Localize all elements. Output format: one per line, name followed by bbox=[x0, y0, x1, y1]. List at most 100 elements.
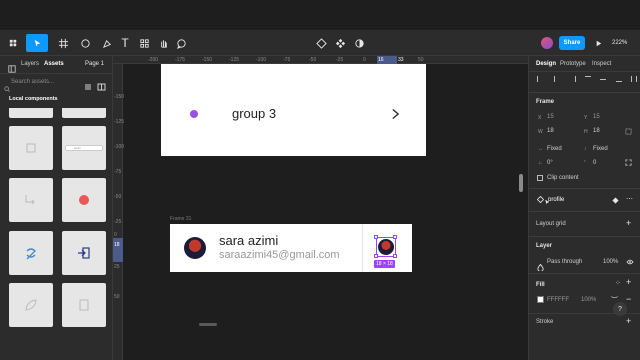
vertical-divider bbox=[362, 224, 363, 272]
resize-handle[interactable] bbox=[393, 235, 397, 239]
tab-inspect[interactable]: Inspect bbox=[592, 61, 611, 67]
collapse-sidebar-icon[interactable] bbox=[8, 60, 18, 73]
align-center-v-icon[interactable] bbox=[600, 79, 607, 85]
align-center-h-icon[interactable] bbox=[554, 76, 560, 82]
h-field[interactable]: 18 bbox=[593, 128, 600, 134]
component-thumb[interactable] bbox=[62, 283, 106, 327]
alignment-row bbox=[537, 76, 637, 84]
component-thumb[interactable] bbox=[9, 108, 53, 118]
list-view-icon[interactable] bbox=[84, 78, 92, 90]
distribute-icon[interactable] bbox=[630, 76, 637, 82]
move-tool-button[interactable] bbox=[26, 34, 48, 52]
component-thumb[interactable] bbox=[62, 231, 106, 275]
mouse-cursor-icon bbox=[544, 198, 551, 207]
tab-prototype[interactable]: Prototype bbox=[560, 61, 586, 67]
pen-tool-button[interactable] bbox=[98, 34, 116, 52]
resize-handle[interactable] bbox=[393, 254, 397, 258]
resize-handle[interactable] bbox=[374, 254, 378, 258]
profile-name: sara azimi bbox=[219, 233, 279, 248]
group-3-frame[interactable]: group 3 bbox=[161, 64, 426, 156]
canvas[interactable]: -200 -175 -150 -125 -100 -75 -50 -25 0 1… bbox=[113, 56, 528, 360]
layer-section-title: Layer bbox=[536, 243, 553, 249]
rotation-field[interactable]: 0° bbox=[547, 160, 553, 166]
radius-field[interactable]: 0 bbox=[593, 160, 596, 166]
ruler-tick: 16 bbox=[378, 57, 384, 63]
text-tool-button[interactable]: T bbox=[118, 34, 132, 52]
w-field[interactable]: 18 bbox=[547, 128, 554, 134]
eye-icon[interactable] bbox=[626, 259, 634, 265]
component-edit-button[interactable] bbox=[314, 34, 328, 52]
layer-opacity-field[interactable]: 100% bbox=[603, 259, 618, 265]
y-field[interactable]: 15 bbox=[593, 114, 600, 120]
panel-divider bbox=[0, 73, 112, 74]
left-panel: Layers Assets Page 1 Search assets... Lo… bbox=[0, 56, 113, 360]
shape-tool-button[interactable] bbox=[76, 34, 94, 52]
help-button[interactable]: ? bbox=[613, 302, 627, 316]
right-panel: Design Prototype Inspect Frame X 15 Y 15… bbox=[528, 56, 640, 360]
page-selector[interactable]: Page 1 bbox=[85, 61, 104, 67]
component-thumb[interactable] bbox=[62, 178, 106, 222]
constrain-proportions-icon[interactable] bbox=[625, 128, 632, 135]
frame-label[interactable]: Frame 31 bbox=[170, 216, 191, 222]
fill-styles-icon[interactable]: ⁘ bbox=[615, 279, 621, 287]
add-stroke-icon[interactable]: + bbox=[626, 316, 631, 326]
frame-section-title[interactable]: Frame bbox=[536, 99, 554, 105]
more-options-icon[interactable]: ⋯ bbox=[626, 195, 633, 203]
component-thumb[interactable] bbox=[62, 108, 106, 118]
share-button[interactable]: Share bbox=[559, 36, 585, 50]
main-menu-button[interactable] bbox=[4, 34, 22, 52]
hand-tool-button[interactable] bbox=[156, 34, 170, 52]
fixed-width-select[interactable]: Fixed bbox=[547, 146, 562, 152]
component-thumb[interactable] bbox=[9, 178, 53, 222]
panel-divider bbox=[529, 236, 640, 237]
contrast-button[interactable] bbox=[352, 34, 366, 52]
component-thumb[interactable] bbox=[9, 126, 53, 170]
clip-content-checkbox[interactable] bbox=[537, 175, 543, 181]
tab-assets[interactable]: Assets bbox=[44, 61, 64, 67]
align-right-icon[interactable] bbox=[570, 76, 576, 82]
component-thumb[interactable]: Hello bbox=[62, 126, 106, 170]
component-variant-button[interactable] bbox=[333, 34, 347, 52]
independent-corners-icon[interactable] bbox=[625, 159, 632, 166]
present-button[interactable] bbox=[592, 34, 604, 52]
resources-button[interactable] bbox=[137, 34, 151, 52]
frame-tool-button[interactable] bbox=[54, 34, 72, 52]
horizontal-scrollbar[interactable] bbox=[199, 323, 217, 326]
group-title: group 3 bbox=[232, 106, 277, 121]
tab-layers[interactable]: Layers bbox=[21, 61, 39, 67]
zoom-level[interactable]: 222% bbox=[612, 40, 627, 46]
fill-opacity-field[interactable]: 100% bbox=[581, 297, 596, 303]
align-bottom-icon[interactable] bbox=[615, 76, 622, 82]
blend-mode-select[interactable]: Pass through bbox=[547, 259, 582, 265]
resize-handle[interactable] bbox=[374, 235, 378, 239]
add-fill-icon[interactable]: + bbox=[626, 277, 631, 287]
align-top-icon[interactable] bbox=[584, 76, 591, 82]
align-left-icon[interactable] bbox=[537, 76, 543, 82]
selection-box[interactable] bbox=[374, 235, 397, 258]
add-layout-grid-icon[interactable]: + bbox=[626, 218, 631, 228]
fill-color-swatch[interactable] bbox=[537, 296, 544, 303]
library-book-icon[interactable] bbox=[97, 78, 106, 91]
profile-card-frame[interactable]: sara azimi saraazimi45@gmail.com 18 × 18 bbox=[170, 224, 412, 272]
ruler-tick: -100 bbox=[256, 57, 267, 63]
blend-mode-droplet-icon bbox=[537, 258, 544, 272]
tab-design[interactable]: Design bbox=[536, 61, 556, 67]
search-assets-input[interactable]: Search assets... bbox=[11, 79, 54, 85]
selection-size-badge: 18 × 18 bbox=[374, 260, 395, 268]
user-avatar[interactable] bbox=[541, 37, 553, 49]
comment-tool-button[interactable] bbox=[174, 34, 188, 52]
vertical-scrollbar[interactable] bbox=[519, 174, 523, 192]
fixed-height-select[interactable]: Fixed bbox=[593, 146, 608, 152]
ruler-tick: -75 bbox=[283, 57, 291, 63]
component-thumb[interactable] bbox=[9, 283, 53, 327]
chevron-right-icon[interactable] bbox=[391, 108, 400, 120]
fill-hex-field[interactable]: FFFFFF bbox=[547, 297, 569, 303]
remove-fill-icon[interactable]: − bbox=[626, 294, 631, 304]
ruler-tick: -150 bbox=[114, 94, 125, 100]
logout-door-icon bbox=[78, 247, 90, 259]
x-field[interactable]: 15 bbox=[547, 114, 554, 120]
go-to-main-component-icon[interactable] bbox=[612, 197, 619, 204]
component-thumb[interactable] bbox=[9, 231, 53, 275]
thumb-pill: Hello bbox=[65, 145, 103, 151]
purple-dot-icon bbox=[190, 110, 198, 118]
